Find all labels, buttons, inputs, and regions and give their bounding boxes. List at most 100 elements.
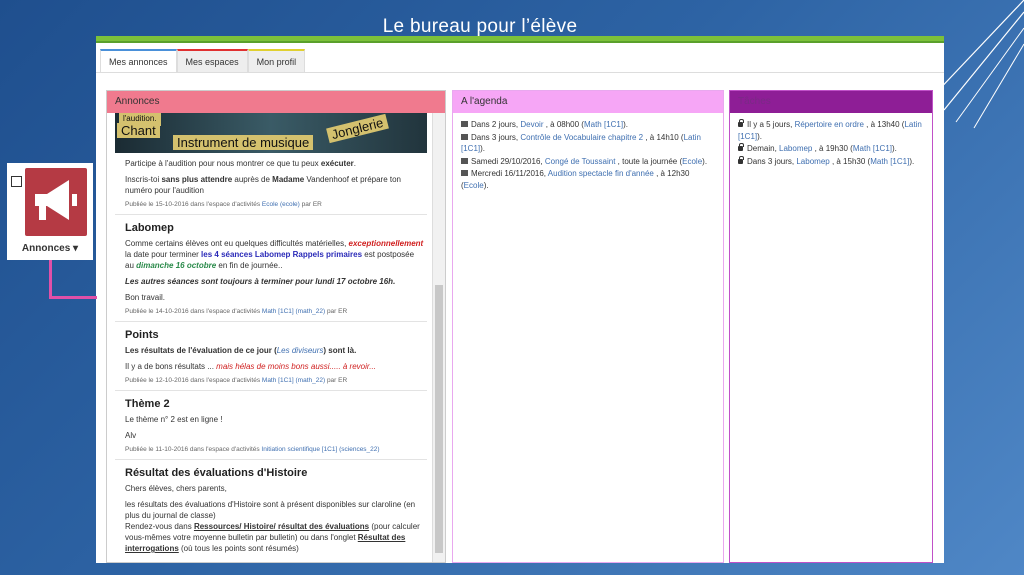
agenda-panel-header: A l'agenda [453, 91, 723, 113]
announcement-text: Inscris-toi sans plus attendre auprès de… [125, 174, 425, 196]
scrollbar-thumb[interactable] [435, 285, 443, 553]
connector-line [49, 296, 97, 299]
megaphone-svg [35, 180, 77, 220]
text: Rendez-vous dans [125, 522, 194, 531]
taches-panel-header: Tâches [730, 91, 932, 113]
event-link[interactable]: Devoir [520, 120, 543, 129]
task-link[interactable]: Labomep [796, 157, 829, 166]
event-link[interactable]: Audition spectacle fin d'année [548, 169, 654, 178]
banner-jonglerie: Jonglerie [326, 113, 389, 144]
announcement-meta: Publiée le 15-10-2016 dans l'espace d'ac… [125, 201, 425, 208]
space-link[interactable]: Initiation scientifique [1C1] (sciences_… [261, 446, 379, 453]
list-item: Participe à l'audition pour nous montrer… [115, 153, 427, 215]
text: Samedi 29/10/2016, [471, 156, 545, 166]
slide-title: Le bureau pour l’élève [382, 16, 578, 37]
text: , toute la journée ( [615, 156, 683, 166]
text: par ER [325, 377, 348, 384]
space-link[interactable]: Math [1C1] [584, 120, 623, 129]
text: , à 14h10 ( [643, 132, 684, 142]
tab-divider [96, 72, 944, 73]
taches-list: Il y a 5 jours, Répertoire en ordre , à … [730, 113, 932, 174]
space-link[interactable]: Math [1C1] (math_22) [262, 377, 325, 384]
announcement-text: Participe à l'audition pour nous montrer… [125, 158, 425, 169]
audition-banner-image: l'audition. Chant Instrument de musique … [115, 113, 427, 153]
text: en fin de journée.. [216, 261, 283, 270]
agenda-list: Dans 2 jours, Devoir , à 08h00 (Math [1C… [453, 113, 723, 198]
text: Participe à l'audition pour nous montrer… [125, 159, 321, 168]
announcement-text: les résultats des évaluations d'Histoire… [125, 500, 416, 520]
space-link[interactable]: Math [1C1] [853, 144, 892, 153]
text: Inscris-toi [125, 175, 162, 184]
announcement-text: Le thème n° 2 est en ligne ! [125, 415, 223, 424]
app-screen: Mes annonces Mes espaces Mon profil Anno… [96, 36, 944, 563]
announcement-meta: Publiée le 11-10-2016 dans l'espace d'ac… [125, 446, 425, 453]
announcement-text: Alv [125, 431, 137, 440]
tab-mes-espaces[interactable]: Mes espaces [176, 49, 248, 73]
text: ). [483, 180, 489, 190]
text-bold: sans plus attendre [161, 175, 233, 184]
task-link[interactable]: Labomep [779, 144, 812, 153]
tab-mes-annonces[interactable]: Mes annonces [100, 49, 177, 73]
banner-chant: Chant [117, 123, 160, 138]
calendar-icon [461, 157, 468, 164]
banner-instrument: Instrument de musique [173, 135, 314, 150]
announcement-text: Bon travail. [125, 293, 166, 302]
space-link[interactable]: Ecole [464, 181, 484, 190]
announcement-title: Résultat des évaluations d'Histoire [125, 467, 308, 479]
event-link[interactable]: Congé de Toussaint [545, 157, 616, 166]
checkbox[interactable] [11, 176, 22, 187]
event-link[interactable]: Contrôle de Vocabulaire chapitre 2 [520, 133, 643, 142]
annonces-panel-header: Annonces [107, 91, 445, 113]
text: ). [623, 120, 628, 129]
connector-line [49, 260, 52, 298]
announcement-text: Chers élèves, chers parents, [125, 484, 227, 493]
text: par ER [325, 308, 348, 315]
text: par ER [299, 201, 322, 208]
scrollbar[interactable] [432, 113, 445, 562]
text-bold: Madame [272, 175, 305, 184]
annonces-widget[interactable]: Annonces ▾ [7, 163, 93, 260]
decorative-lines [934, 0, 1024, 129]
text-blue: les 4 séances Labomep Rappels primaires [201, 250, 363, 259]
task-link[interactable]: Répertoire en ordre [795, 120, 864, 129]
text: Mercredi 16/11/2016, [471, 169, 548, 178]
list-item: Il y a 5 jours, Répertoire en ordre , à … [738, 119, 924, 142]
text: auprès de [232, 175, 273, 184]
list-item: Dans 3 jours, Labomep , à 15h30 (Math [1… [738, 155, 924, 168]
announcements-list[interactable]: l'audition. Chant Instrument de musique … [115, 113, 427, 562]
space-link[interactable]: Math [1C1] (math_22) [262, 308, 325, 315]
calendar-icon [461, 133, 468, 140]
space-link[interactable]: Ecole [682, 157, 702, 166]
announcement-text: Rendez-vous dans Ressources/ Histoire/ r… [125, 521, 425, 554]
space-link[interactable]: Math [1C1] [870, 157, 909, 166]
list-item: Dans 3 jours, Contrôle de Vocabulaire ch… [461, 132, 715, 155]
text-link: Les diviseurs [276, 346, 324, 355]
announcement-title: Points [125, 329, 159, 341]
text: ). [702, 156, 708, 166]
text: Dans 3 jours, [471, 132, 521, 142]
lock-icon [738, 119, 744, 127]
list-item: Samedi 29/10/2016, Congé de Toussaint , … [461, 156, 715, 168]
text: Publiée le 11-10-2016 dans l'espace d'ac… [125, 446, 262, 453]
announcement-meta: Publiée le 12-10-2016 dans l'espace d'ac… [125, 377, 425, 384]
agenda-panel: A l'agenda Dans 2 jours, Devoir , à 08h0… [452, 90, 724, 563]
space-link[interactable]: Ecole (ecole) [262, 201, 300, 208]
text: Il y a 5 jours, [747, 120, 795, 129]
announcement-text: Les autres séances sont toujours à termi… [125, 277, 396, 286]
text: , à 08h00 ( [543, 120, 584, 129]
text: ). [909, 156, 915, 166]
top-accent-line [96, 41, 944, 43]
list-item: Thème 2 Le thème n° 2 est en ligne ! Alv… [115, 391, 427, 460]
announcement-title: Labomep [125, 222, 174, 234]
tab-mon-profil[interactable]: Mon profil [247, 49, 306, 73]
megaphone-icon [25, 168, 87, 236]
text: ). [757, 131, 763, 141]
text: Dans 2 jours, [471, 120, 521, 129]
text: Comme certains élèves ont eu quelques di… [125, 239, 349, 248]
text: Publiée le 12-10-2016 dans l'espace d'ac… [125, 377, 262, 384]
calendar-icon [461, 121, 468, 127]
list-item: Dans 2 jours, Devoir , à 08h00 (Math [1C… [461, 119, 715, 131]
text-bold: Ressources/ Histoire/ résultat des évalu… [193, 522, 370, 531]
text-bold: Les résultats de l'évaluation de ce jour… [125, 346, 277, 355]
announcement-meta: Publiée le 14-10-2016 dans l'espace d'ac… [125, 308, 425, 315]
